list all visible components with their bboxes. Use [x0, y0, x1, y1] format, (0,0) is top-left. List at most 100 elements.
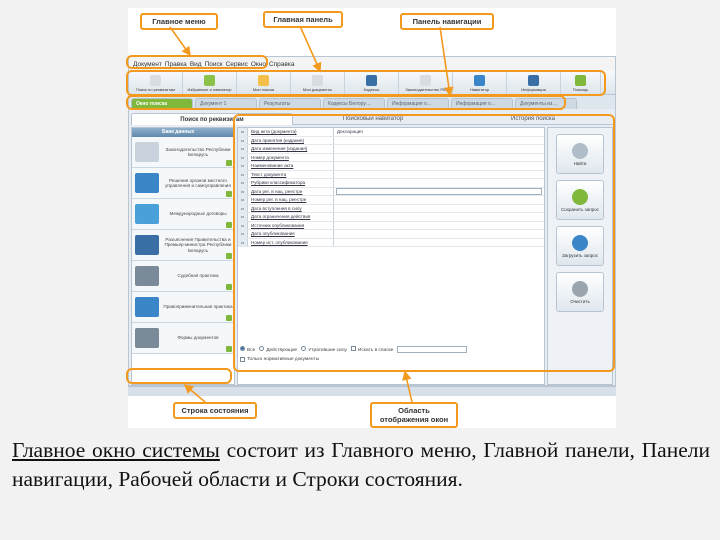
nav-tab[interactable]: Информация о…	[451, 98, 513, 109]
action-button[interactable]: Загрузить запрос	[556, 226, 604, 266]
toolbar-button[interactable]: Мои поиски	[237, 71, 291, 95]
radio-dot[interactable]	[259, 345, 265, 351]
logic-operator[interactable]: и	[238, 145, 248, 153]
nav-tab[interactable]: Документы из…	[515, 98, 577, 109]
callout-doc-area: Область отображения окон	[370, 402, 458, 428]
search-in-list-input[interactable]	[397, 345, 468, 353]
action-button[interactable]: Найти	[556, 134, 604, 174]
sidebar-item[interactable]: Международные договоры	[132, 199, 234, 230]
save-icon	[572, 188, 588, 205]
sidebar-item[interactable]: Правоприменительная практика	[132, 292, 234, 323]
only-normative-label: Только нормативные документы	[247, 357, 320, 362]
menu-item[interactable]: Документ	[133, 61, 162, 68]
field-label[interactable]: Дата рег. в нац. реестре	[248, 187, 334, 195]
menu-item[interactable]: Сервис	[226, 61, 248, 68]
menu-item[interactable]: Справка	[269, 61, 295, 68]
field-label[interactable]: Вид акта (документа)	[248, 128, 334, 136]
field-label[interactable]: Дата изменения (издания)	[248, 145, 334, 153]
toolbar-button[interactable]: Кодексы	[345, 71, 399, 95]
logic-operator[interactable]: и	[238, 196, 248, 204]
logic-operator[interactable]: и	[238, 170, 248, 178]
action-button[interactable]: Очистить	[556, 272, 604, 312]
field-label[interactable]: Номер документа	[248, 153, 334, 161]
field-label[interactable]: Текст документа	[248, 170, 334, 178]
field-value[interactable]	[334, 137, 544, 145]
nav-tab[interactable]: Документ 1	[195, 98, 257, 109]
status-radio[interactable]: Действующие	[259, 345, 297, 353]
menu-item[interactable]: Окно	[251, 61, 266, 68]
field-label[interactable]: Дата ограничения действия	[248, 213, 334, 221]
sidebar-item[interactable]: Формы документов	[132, 323, 234, 354]
field-value[interactable]	[334, 162, 544, 170]
search-subtab[interactable]: Поиск по реквизитам	[131, 113, 293, 125]
status-radio[interactable]: Утратившие силу	[301, 345, 347, 353]
logic-operator[interactable]: и	[238, 204, 248, 212]
menu-item[interactable]: Поиск	[205, 61, 223, 68]
logic-operator[interactable]: и	[238, 187, 248, 195]
slide: Главное меню Главная панель Панель навиг…	[0, 0, 720, 540]
radio-dot[interactable]	[240, 345, 245, 351]
nav-tab[interactable]: Кодексы Белору…	[323, 98, 385, 109]
field-label[interactable]: Дата опубликования	[248, 230, 334, 238]
search-in-list-checkbox[interactable]	[350, 345, 356, 351]
field-value[interactable]	[334, 196, 544, 204]
menu-item[interactable]: Правка	[165, 61, 187, 68]
nav-tab[interactable]: Окно поиска	[131, 98, 193, 109]
sidebar-item[interactable]: Законодательство Республики Беларусь	[132, 137, 234, 168]
sidebar-item-label: Разъяснения Правительства и Премьер-мини…	[164, 236, 232, 253]
nav-tab[interactable]: Результаты	[259, 98, 321, 109]
field-label[interactable]: Наименование акта	[248, 162, 334, 170]
field-value[interactable]	[334, 154, 544, 162]
toolbar-button[interactable]: Законодательство РБ	[399, 71, 453, 95]
field-value[interactable]	[334, 222, 544, 230]
search-in-list-option[interactable]: Искать в списке	[350, 345, 393, 353]
toolbar-button[interactable]: Помощь	[561, 71, 601, 95]
field-value[interactable]: Декларация	[334, 128, 544, 136]
menu-item[interactable]: Вид	[190, 61, 202, 68]
radio-dot[interactable]	[301, 345, 307, 351]
field-value[interactable]	[334, 171, 544, 179]
toolbar-button[interactable]: Избранные и навигатор	[183, 71, 237, 95]
status-radio[interactable]: Все	[240, 345, 255, 353]
toolbar-button[interactable]: Поиск по реквизитам	[129, 71, 183, 95]
field-value[interactable]	[336, 188, 542, 195]
field-value[interactable]	[334, 205, 544, 213]
sidebar-item-label: Формы документов	[177, 335, 219, 341]
only-normative-option[interactable]: Только нормативные документы	[240, 357, 319, 362]
toolbar-button[interactable]: Навигатор	[453, 71, 507, 95]
logic-operator[interactable]: и	[238, 136, 248, 144]
field-label[interactable]: Дата вступления в силу	[248, 204, 334, 212]
sidebar-item[interactable]: Решения органов местного управления и са…	[132, 168, 234, 199]
sidebar-item[interactable]: Разъяснения Правительства и Премьер-мини…	[132, 230, 234, 261]
field-label[interactable]: Рубрики классификатора	[248, 179, 334, 187]
logic-operator[interactable]: и	[238, 230, 248, 238]
field-label[interactable]: Номер ист. опубликования	[248, 238, 334, 246]
field-label[interactable]: Источник опубликования	[248, 221, 334, 229]
field-value[interactable]	[334, 213, 544, 221]
only-normative-checkbox[interactable]	[240, 357, 245, 362]
form-row: и Рубрики классификатора	[238, 179, 544, 188]
field-label[interactable]: Дата принятия (издания)	[248, 136, 334, 144]
logic-operator[interactable]: и	[238, 213, 248, 221]
toolbar-button[interactable]: Мои документы	[291, 71, 345, 95]
sidebar-item[interactable]: Судебная практика	[132, 261, 234, 292]
action-button[interactable]: Сохранить запрос	[556, 180, 604, 220]
search-subtab[interactable]: История поиска	[453, 113, 613, 125]
field-label[interactable]: Номер рег. в нац. реестре	[248, 196, 334, 204]
search-subtab[interactable]: Поисковый навигатор	[293, 113, 453, 125]
logic-operator[interactable]: и	[238, 238, 248, 246]
logic-operator[interactable]: и	[238, 162, 248, 170]
nav-tab[interactable]: Информация о…	[387, 98, 449, 109]
logic-operator[interactable]: и	[238, 179, 248, 187]
field-value[interactable]	[334, 145, 544, 153]
toolbar-button[interactable]: Информация	[507, 71, 561, 95]
main-menu: Документ Правка Вид Поиск Сервис Окно Справка	[129, 57, 615, 71]
toolbar-button-label: Навигатор	[469, 86, 490, 92]
sidebar-item-icon	[135, 297, 159, 317]
logic-operator[interactable]: и	[238, 153, 248, 161]
field-value[interactable]	[334, 179, 544, 187]
field-value[interactable]	[334, 230, 544, 238]
logic-operator[interactable]: и	[238, 128, 248, 136]
logic-operator[interactable]: и	[238, 221, 248, 229]
field-value[interactable]	[334, 239, 544, 247]
